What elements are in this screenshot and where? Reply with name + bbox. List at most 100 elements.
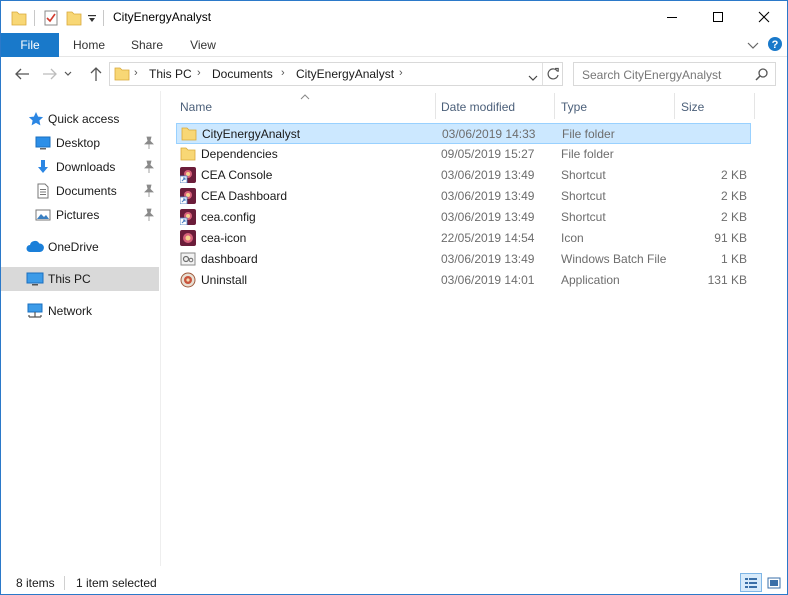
cloud-icon: [26, 239, 44, 255]
pin-icon[interactable]: [143, 160, 155, 174]
cea-icon: [180, 230, 196, 246]
file-name: CityEnergyAnalyst: [202, 127, 301, 141]
file-row[interactable]: CEA Dashboard 03/06/2019 13:49 Shortcut …: [176, 186, 751, 207]
pin-icon[interactable]: [143, 184, 155, 198]
up-button[interactable]: [85, 64, 107, 84]
back-button[interactable]: [11, 64, 33, 84]
column-label: Size: [681, 100, 705, 114]
customize-quick-access-icon[interactable]: [87, 11, 97, 29]
explorer-window: CityEnergyAnalyst File Home Share View ?: [0, 0, 788, 595]
file-type: File folder: [562, 127, 615, 141]
tab-share[interactable]: Share: [121, 33, 173, 57]
file-size: 131 KB: [707, 273, 747, 287]
file-type: Shortcut: [561, 210, 606, 224]
nav-item-quick-access[interactable]: Quick access: [1, 107, 159, 131]
column-label: Date modified: [441, 100, 516, 114]
large-icons-view-button[interactable]: [763, 573, 785, 592]
breadcrumb-separator-icon[interactable]: ›: [197, 67, 201, 79]
file-size: 91 KB: [714, 231, 747, 245]
tab-home[interactable]: Home: [63, 33, 115, 57]
new-folder-icon[interactable]: [66, 9, 82, 27]
file-type: Icon: [561, 231, 584, 245]
nav-item-this-pc[interactable]: This PC: [1, 267, 159, 291]
nav-item-downloads[interactable]: Downloads: [1, 155, 159, 179]
column-separator[interactable]: [754, 93, 755, 119]
details-view-icon: [745, 577, 757, 588]
file-date: 03/06/2019 13:49: [441, 189, 535, 203]
pin-icon[interactable]: [143, 136, 155, 150]
file-date: 22/05/2019 14:54: [441, 231, 535, 245]
file-row[interactable]: cea-icon 22/05/2019 14:54 Icon 91 KB: [176, 228, 751, 249]
nav-item-documents[interactable]: Documents: [1, 179, 159, 203]
file-row[interactable]: Uninstall 03/06/2019 14:01 Application 1…: [176, 270, 751, 291]
tab-file[interactable]: File: [1, 33, 59, 57]
file-name: CEA Dashboard: [201, 189, 288, 203]
refresh-icon[interactable]: [546, 67, 560, 84]
search-box[interactable]: Search CityEnergyAnalyst: [573, 62, 776, 86]
status-separator: [64, 576, 65, 590]
nav-item-onedrive[interactable]: OneDrive: [1, 235, 159, 259]
column-header-date[interactable]: Date modified: [436, 97, 554, 119]
star-icon: [28, 111, 44, 127]
folder-icon: [181, 126, 197, 142]
breadcrumb-separator-icon[interactable]: ›: [134, 67, 138, 79]
file-row[interactable]: CityEnergyAnalyst 03/06/2019 14:33 File …: [176, 123, 751, 144]
details-view-button[interactable]: [740, 573, 762, 592]
file-size: 2 KB: [720, 168, 747, 182]
nav-item-pictures[interactable]: Pictures: [1, 203, 159, 227]
file-type: Windows Batch File: [561, 252, 667, 266]
download-icon: [35, 159, 51, 175]
status-selection: 1 item selected: [76, 576, 157, 590]
recent-locations-button[interactable]: [61, 64, 75, 84]
column-header-name[interactable]: Name: [176, 97, 434, 119]
breadcrumb-documents[interactable]: Documents: [212, 67, 273, 81]
maximize-button[interactable]: [695, 1, 741, 32]
maximize-icon: [713, 11, 723, 22]
close-button[interactable]: [741, 1, 787, 32]
file-name: cea-icon: [201, 231, 247, 245]
svg-text:?: ?: [772, 39, 779, 51]
help-icon[interactable]: ?: [767, 36, 783, 55]
batch-file-icon: [180, 251, 196, 267]
expand-ribbon-icon[interactable]: [747, 39, 759, 53]
file-row[interactable]: cea.config 03/06/2019 13:49 Shortcut 2 K…: [176, 207, 751, 228]
column-header-type[interactable]: Type: [555, 97, 673, 119]
file-date: 03/06/2019 14:01: [441, 273, 535, 287]
breadcrumb-this-pc[interactable]: This PC: [149, 67, 192, 81]
status-bar: 8 items 1 item selected: [1, 571, 787, 594]
nav-label: Downloads: [56, 160, 116, 174]
breadcrumb-cityenergyanalyst[interactable]: CityEnergyAnalyst: [296, 67, 394, 81]
search-icon[interactable]: [755, 67, 769, 84]
file-name: Uninstall: [201, 273, 248, 287]
tab-view[interactable]: View: [177, 33, 229, 57]
back-arrow-icon: [15, 68, 29, 80]
forward-arrow-icon: [43, 68, 57, 80]
large-icons-view-icon: [767, 577, 781, 588]
file-size: 2 KB: [720, 210, 747, 224]
forward-button[interactable]: [39, 64, 61, 84]
nav-label: Network: [48, 304, 93, 318]
file-row[interactable]: CEA Console 03/06/2019 13:49 Shortcut 2 …: [176, 165, 751, 186]
nav-label: Documents: [56, 184, 117, 198]
column-header-size[interactable]: Size: [675, 97, 753, 119]
file-row[interactable]: dashboard 03/06/2019 13:49 Windows Batch…: [176, 249, 751, 270]
column-label: Name: [180, 100, 213, 114]
nav-item-network[interactable]: Network: [1, 299, 159, 323]
file-name: CEA Console: [201, 168, 273, 182]
properties-icon[interactable]: [43, 9, 59, 27]
folder-icon: [180, 146, 196, 162]
address-bar[interactable]: › This PC › Documents › CityEnergyAnalys…: [109, 62, 563, 86]
breadcrumb-separator-icon[interactable]: ›: [399, 67, 403, 79]
nav-item-desktop[interactable]: Desktop: [1, 131, 159, 155]
minimize-button[interactable]: [649, 1, 695, 32]
address-divider: [542, 63, 543, 85]
file-size: 1 KB: [720, 252, 747, 266]
pin-icon[interactable]: [143, 208, 155, 222]
address-dropdown-icon[interactable]: [528, 71, 538, 85]
file-type: Shortcut: [561, 189, 606, 203]
file-row[interactable]: Dependencies 09/05/2019 15:27 File folde…: [176, 144, 751, 165]
breadcrumb-separator-icon[interactable]: ›: [281, 67, 285, 79]
search-input[interactable]: Search CityEnergyAnalyst: [582, 68, 721, 82]
column-label: Type: [561, 100, 588, 114]
folder-icon: [114, 66, 130, 85]
